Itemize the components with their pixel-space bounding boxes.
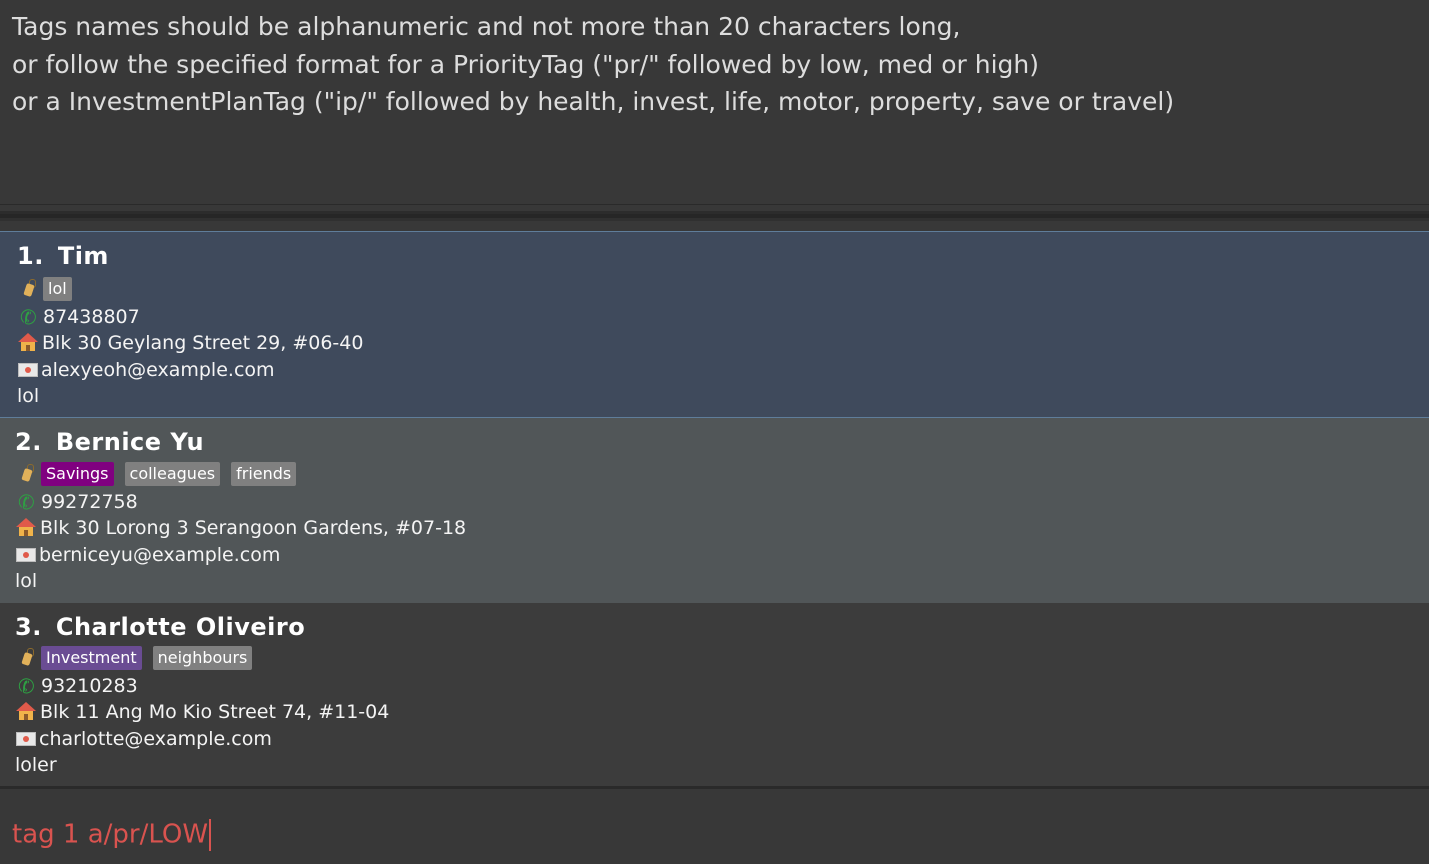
envelope-icon (18, 363, 38, 377)
person-list[interactable]: 1. Tim lol ✆ 87438807 Blk 30 Geylang Stre… (0, 231, 1429, 774)
tag-row: Investment neighbours (18, 645, 263, 671)
email-value: charlotte@example.com (39, 728, 272, 750)
remark: loler (15, 754, 57, 774)
result-line-1: Tags names should be alphanumeric and no… (12, 12, 961, 41)
phone-icon: ✆ (18, 303, 39, 331)
address-value: Blk 30 Lorong 3 Serangoon Gardens, #07-1… (40, 517, 467, 539)
address-row: Blk 11 Ang Mo Kio Street 74, #11-04 (16, 701, 389, 723)
tag-icon (18, 648, 37, 668)
tag-row: lol (20, 276, 83, 302)
remark: lol (17, 385, 40, 407)
text-caret (209, 819, 212, 851)
email-value: alexyeoh@example.com (41, 359, 275, 381)
tag-badge: Savings (41, 462, 114, 486)
person-card-3[interactable]: 3. Charlotte Oliveiro Investment neighbou… (0, 603, 1429, 774)
command-input[interactable]: tag 1 a/pr/LOW (12, 819, 212, 851)
result-display: Tags names should be alphanumeric and no… (0, 0, 1429, 205)
tag-badge: lol (43, 277, 72, 301)
phone-row: ✆ 99272758 (16, 488, 138, 516)
person-card-1[interactable]: 1. Tim lol ✆ 87438807 Blk 30 Geylang Stre… (0, 231, 1429, 418)
person-name: Bernice Yu (55, 428, 205, 456)
person-name-row: 1. Tim (17, 242, 109, 270)
pane-divider[interactable] (0, 205, 1429, 232)
email-row: alexyeoh@example.com (18, 359, 275, 381)
email-value: berniceyu@example.com (39, 544, 281, 566)
phone-value: 87438807 (43, 306, 140, 328)
person-card-2[interactable]: 2. Bernice Yu Savings colleagues friends … (0, 418, 1429, 603)
person-index: 1. (17, 242, 44, 270)
house-icon (16, 702, 37, 722)
tag-row: Savings colleagues friends (18, 461, 307, 487)
result-line-3: or a InvestmentPlanTag ("ip/" followed b… (12, 87, 1175, 116)
phone-icon: ✆ (16, 488, 37, 516)
tag-icon (18, 464, 37, 484)
person-name: Charlotte Oliveiro (55, 613, 306, 641)
email-row: charlotte@example.com (16, 728, 272, 750)
phone-row: ✆ 87438807 (18, 303, 140, 331)
phone-icon: ✆ (16, 672, 37, 700)
phone-value: 93210283 (41, 675, 138, 697)
command-box[interactable]: tag 1 a/pr/LOW (0, 786, 1429, 867)
tag-badge: friends (231, 462, 297, 486)
result-line-2: or follow the specified format for a Pri… (12, 49, 1039, 79)
house-icon (16, 518, 37, 538)
address-row: Blk 30 Geylang Street 29, #06-40 (18, 332, 363, 354)
tag-badge: colleagues (124, 462, 221, 486)
phone-row: ✆ 93210283 (16, 672, 138, 700)
phone-value: 99272758 (41, 491, 138, 513)
address-row: Blk 30 Lorong 3 Serangoon Gardens, #07-1… (16, 517, 466, 539)
email-row: berniceyu@example.com (16, 544, 280, 566)
house-icon (18, 333, 39, 353)
envelope-icon (16, 732, 36, 746)
person-name: Tim (57, 242, 109, 270)
address-value: Blk 11 Ang Mo Kio Street 74, #11-04 (40, 701, 390, 723)
remark: lol (15, 570, 38, 592)
person-name-row: 3. Charlotte Oliveiro (15, 613, 305, 641)
person-index: 3. (15, 613, 42, 641)
person-name-row: 2. Bernice Yu (15, 428, 204, 456)
envelope-icon (16, 548, 36, 562)
address-value: Blk 30 Geylang Street 29, #06-40 (42, 332, 364, 354)
tag-badge: Investment (41, 646, 142, 670)
tag-icon (20, 279, 39, 299)
person-index: 2. (15, 428, 42, 456)
command-text: tag 1 a/pr/LOW (12, 819, 209, 850)
tag-badge: neighbours (152, 646, 253, 670)
